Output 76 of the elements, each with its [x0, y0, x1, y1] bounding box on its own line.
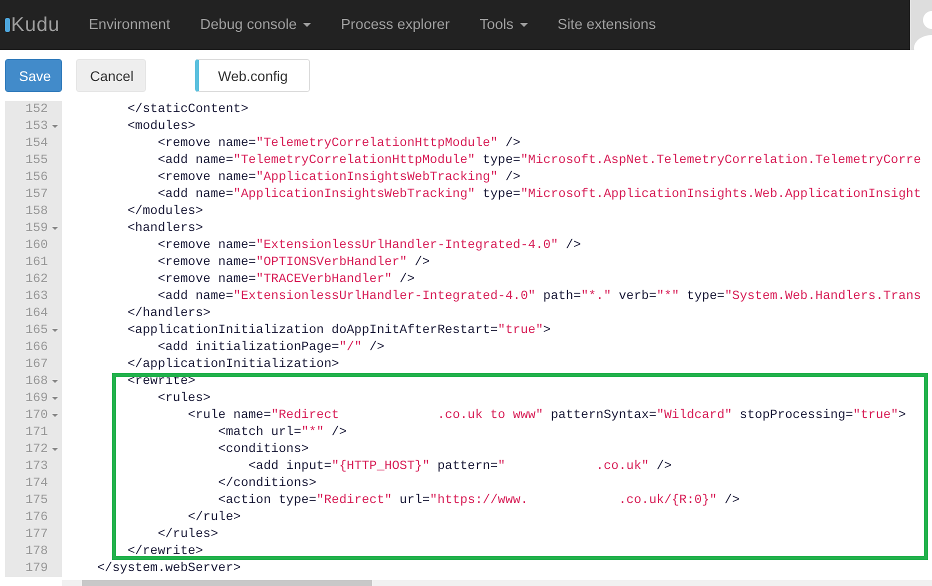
caret-icon[interactable]	[520, 23, 528, 27]
line-number: 175	[24, 492, 48, 509]
line-number: 165	[24, 322, 48, 339]
line-number: 170	[24, 407, 48, 424]
file-tab[interactable]: Web.config	[195, 59, 310, 92]
line-number: 164	[24, 305, 48, 322]
code-line: </conditions>	[217, 475, 316, 492]
line-number: 168	[24, 373, 48, 390]
line-number: 152	[24, 101, 48, 118]
code-line: <rule name="Redirect .co.uk to www" patternSyntax="Wildcard" stopProcessing="true">	[186, 407, 906, 424]
line-number: 158	[24, 203, 48, 220]
caret-icon[interactable]	[302, 23, 311, 27]
code-line: </handlers>	[126, 305, 211, 322]
code-line: </modules>	[126, 203, 204, 220]
save-button[interactable]: Save	[5, 59, 62, 92]
code-line: <add name="ExtensionlessUrlHandler-Integrated-4.0" path="*." verb="*" type="System.Web.Handlers.Trans	[156, 288, 922, 305]
line-number: 157	[24, 186, 48, 203]
line-number: 179	[24, 560, 48, 577]
line-number: 167	[24, 356, 48, 373]
code-line: <add initializationPage="/" />	[156, 339, 384, 356]
fold-caret-icon[interactable]	[52, 397, 58, 400]
line-number: 163	[24, 288, 48, 305]
code-line: </staticContent>	[126, 101, 248, 118]
line-number: 177	[24, 526, 48, 543]
code-line: <match url="*" />	[217, 424, 347, 441]
nav-link[interactable]: Environment	[74, 0, 186, 50]
line-number: 162	[24, 271, 48, 288]
nav-link[interactable]: Process explorer	[326, 0, 465, 50]
code-line: <rewrite>	[126, 373, 196, 390]
line-number: 160	[24, 237, 48, 254]
fold-caret-icon[interactable]	[52, 329, 58, 332]
code-line: <remove name="ApplicationInsightsWebTracking" />	[156, 169, 520, 186]
code-line: <remove name="TRACEVerbHandler" />	[156, 271, 415, 288]
code-line: <rules>	[156, 390, 211, 407]
dropdown-menu-link[interactable]: Debug console	[185, 0, 326, 50]
line-number: 166	[24, 339, 48, 356]
horizontal-scrollbar[interactable]	[62, 580, 932, 586]
line-number: 173	[24, 458, 48, 475]
brand-logo[interactable]: Kudu	[11, 14, 60, 36]
logo-mark-icon	[5, 18, 10, 32]
fold-caret-icon[interactable]	[52, 414, 58, 417]
code-line: </rewrite>	[126, 543, 204, 560]
code-line: </rule>	[186, 509, 241, 526]
line-number: 169	[24, 390, 48, 407]
dropdown-menu-link[interactable]: Tools	[464, 0, 543, 50]
code-line: <action type="Redirect" url="https://www. .co.uk/{R:0}" />	[217, 492, 740, 509]
nav-link[interactable]: Site extensions	[542, 0, 671, 50]
fold-caret-icon[interactable]	[52, 380, 58, 383]
code-line: <applicationInitialization doAppInitAfterRestart="true">	[126, 322, 551, 339]
line-number: 156	[24, 169, 48, 186]
code-line: <add input="{HTTP_HOST}" pattern=" .co.uk" />	[247, 458, 672, 475]
cancel-button[interactable]: Cancel	[76, 59, 146, 92]
line-number: 155	[24, 152, 48, 169]
fold-caret-icon[interactable]	[52, 125, 58, 128]
line-number: 154	[24, 135, 48, 152]
line-number: 159	[24, 220, 48, 237]
line-number: 174	[24, 475, 48, 492]
code-line: <handlers>	[126, 220, 204, 237]
line-number: 153	[24, 118, 48, 135]
line-number: 176	[24, 509, 48, 526]
fold-caret-icon[interactable]	[52, 227, 58, 230]
code-line: <remove name="OPTIONSVerbHandler" />	[156, 254, 430, 271]
code-line: <remove name="ExtensionlessUrlHandler-Integrated-4.0" />	[156, 237, 581, 254]
line-number: 161	[24, 254, 48, 271]
code-line: <remove name="TelemetryCorrelationHttpModule" />	[156, 135, 520, 152]
code-line: <conditions>	[217, 441, 309, 458]
code-line: </rules>	[156, 526, 218, 543]
code-line: </system.webServer>	[96, 560, 241, 577]
line-number: 178	[24, 543, 48, 560]
code-line: <add name="ApplicationInsightsWebTracking" type="Microsoft.ApplicationInsights.Web.ApplicationInsight	[156, 186, 922, 203]
code-line: </applicationInitialization>	[126, 356, 340, 373]
code-line: <modules>	[126, 118, 196, 135]
code-line: <add name="TelemetryCorrelationHttpModule" type="Microsoft.AspNet.TelemetryCorrelation.TelemetryCorre	[156, 152, 922, 169]
line-number: 172	[24, 441, 48, 458]
line-number: 171	[24, 424, 48, 441]
fold-caret-icon[interactable]	[52, 448, 58, 451]
